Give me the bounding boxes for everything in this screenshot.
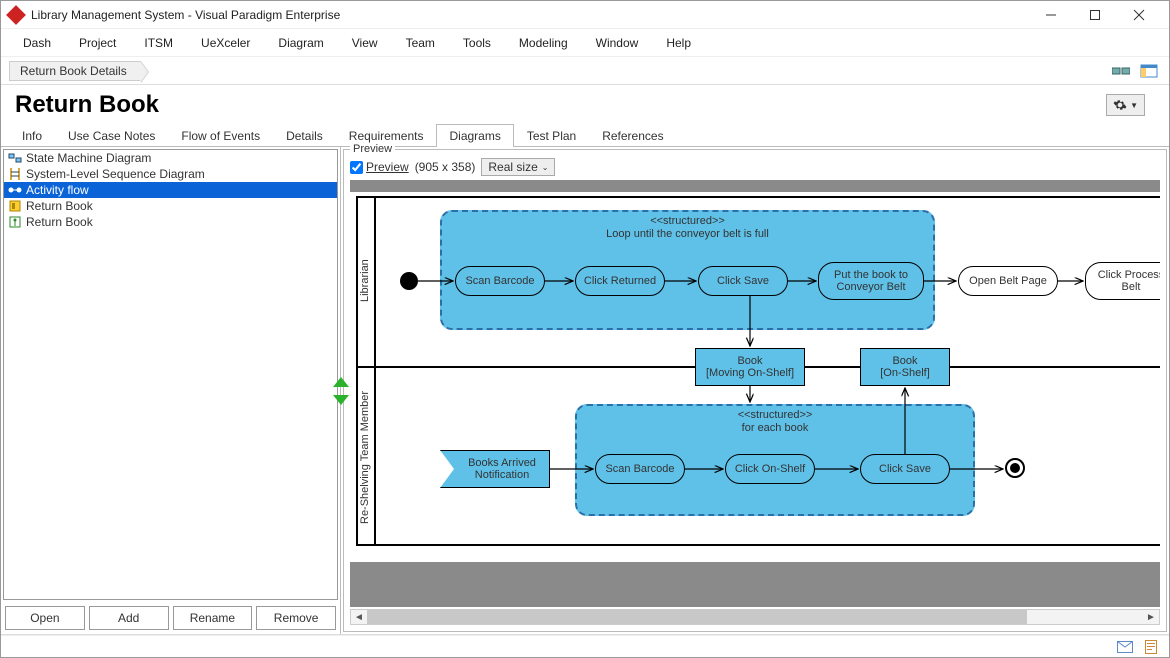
- scrollbar-thumb[interactable]: [367, 610, 1027, 624]
- menu-uexceler[interactable]: UeXceler: [187, 32, 264, 54]
- lane-top-label: Librarian: [356, 196, 374, 366]
- remove-button[interactable]: Remove: [256, 606, 336, 630]
- tab-references[interactable]: References: [589, 124, 676, 147]
- scroll-left-icon[interactable]: ◄: [351, 610, 367, 624]
- menu-view[interactable]: View: [338, 32, 392, 54]
- chevron-down-icon: ⌄: [542, 163, 549, 172]
- node-scan-barcode: Scan Barcode: [455, 266, 545, 296]
- maximize-button[interactable]: [1073, 1, 1117, 29]
- tab-info[interactable]: Info: [9, 124, 55, 147]
- node-click-save-2: Click Save: [860, 454, 950, 484]
- final-node: [1005, 458, 1025, 478]
- tree-item-label: Return Book: [26, 215, 93, 229]
- sequence-icon: [8, 167, 22, 181]
- page-title: Return Book: [15, 91, 1106, 119]
- add-button[interactable]: Add: [89, 606, 169, 630]
- obj-onshelf: Book [On-Shelf]: [860, 348, 950, 386]
- signal-books-arrived: Books Arrived Notification: [440, 450, 550, 488]
- diagram-list-panel: State Machine Diagram System-Level Seque…: [1, 147, 341, 634]
- minimize-button[interactable]: [1029, 1, 1073, 29]
- preview-checkbox-input[interactable]: [350, 161, 363, 174]
- activity-icon: [8, 183, 22, 197]
- mail-icon[interactable]: [1117, 640, 1133, 654]
- titlebar: Library Management System - Visual Parad…: [1, 1, 1169, 29]
- layout-toolbar-icon[interactable]: [1137, 59, 1161, 83]
- settings-button[interactable]: ▼: [1106, 94, 1145, 116]
- tree-item-state-machine[interactable]: State Machine Diagram: [4, 150, 337, 166]
- menu-modeling[interactable]: Modeling: [505, 32, 582, 54]
- menu-project[interactable]: Project: [65, 32, 130, 54]
- preview-group: Preview Preview (905 x 358) Real size ⌄: [343, 149, 1167, 632]
- tree-item-label: Activity flow: [26, 183, 89, 197]
- zoom-select[interactable]: Real size ⌄: [481, 158, 555, 176]
- page-icon[interactable]: [1143, 640, 1159, 654]
- obj-moving-onshelf: Book [Moving On-Shelf]: [695, 348, 805, 386]
- struct2-tag: <<structured>>: [577, 409, 973, 422]
- rename-button[interactable]: Rename: [173, 606, 253, 630]
- tree-item-label: State Machine Diagram: [26, 151, 151, 165]
- breadcrumb-bar: Return Book Details: [1, 57, 1169, 85]
- menu-dash[interactable]: Dash: [9, 32, 65, 54]
- diagram-canvas[interactable]: Librarian Re-Shelving Team Member <<stru…: [350, 180, 1160, 607]
- horizontal-scrollbar[interactable]: ◄ ►: [350, 609, 1160, 625]
- menu-itsm[interactable]: ITSM: [130, 32, 187, 54]
- usecase2-icon: [8, 215, 22, 229]
- close-button[interactable]: [1117, 1, 1161, 29]
- breadcrumb-item[interactable]: Return Book Details: [9, 61, 141, 81]
- node-open-belt: Open Belt Page: [958, 266, 1058, 296]
- menu-team[interactable]: Team: [392, 32, 449, 54]
- tree-item-return-book-1[interactable]: Return Book: [4, 198, 337, 214]
- tree-item-label: Return Book: [26, 199, 93, 213]
- tree-item-label: System-Level Sequence Diagram: [26, 167, 205, 181]
- detail-tabs: Info Use Case Notes Flow of Events Detai…: [1, 123, 1169, 147]
- window-title: Library Management System - Visual Parad…: [31, 8, 1029, 22]
- node-click-save: Click Save: [698, 266, 788, 296]
- struct1-tag: <<structured>>: [442, 215, 933, 228]
- diagram-toolbar-icon[interactable]: [1109, 59, 1133, 83]
- splitter-up-icon[interactable]: [333, 377, 349, 387]
- node-click-returned: Click Returned: [575, 266, 665, 296]
- menu-help[interactable]: Help: [652, 32, 705, 54]
- tab-test-plan[interactable]: Test Plan: [514, 124, 589, 147]
- struct2-sub: for each book: [577, 422, 973, 435]
- node-click-process: Click Process Belt: [1085, 262, 1160, 300]
- diagram-tree[interactable]: State Machine Diagram System-Level Seque…: [3, 149, 338, 600]
- menu-window[interactable]: Window: [582, 32, 653, 54]
- tree-item-activity-flow[interactable]: Activity flow: [4, 182, 337, 198]
- open-button[interactable]: Open: [5, 606, 85, 630]
- scroll-right-icon[interactable]: ►: [1143, 610, 1159, 624]
- usecase-icon: [8, 199, 22, 213]
- tab-details[interactable]: Details: [273, 124, 336, 147]
- struct1-sub: Loop until the conveyor belt is full: [442, 228, 933, 241]
- tree-item-sequence[interactable]: System-Level Sequence Diagram: [4, 166, 337, 182]
- menu-tools[interactable]: Tools: [449, 32, 505, 54]
- menu-diagram[interactable]: Diagram: [264, 32, 337, 54]
- node-put-book: Put the book to Conveyor Belt: [818, 262, 924, 300]
- node-click-onshelf: Click On-Shelf: [725, 454, 815, 484]
- splitter-down-icon[interactable]: [333, 395, 349, 405]
- gear-icon: [1113, 98, 1127, 112]
- heading-row: Return Book ▼: [1, 85, 1169, 123]
- preview-checkbox[interactable]: Preview: [350, 160, 409, 174]
- preview-group-label: Preview: [350, 143, 395, 155]
- app-icon: [6, 5, 26, 25]
- tab-flow-of-events[interactable]: Flow of Events: [168, 124, 273, 147]
- lane-bottom-label: Re-Shelving Team Member: [356, 368, 374, 546]
- initial-node: [400, 272, 418, 290]
- preview-size-text: (905 x 358): [415, 160, 476, 174]
- tree-item-return-book-2[interactable]: Return Book: [4, 214, 337, 230]
- tab-diagrams[interactable]: Diagrams: [436, 124, 513, 147]
- menubar: Dash Project ITSM UeXceler Diagram View …: [1, 29, 1169, 57]
- lane-header-sep: [374, 196, 376, 546]
- state-machine-icon: [8, 151, 22, 165]
- tab-usecase-notes[interactable]: Use Case Notes: [55, 124, 168, 147]
- node-scan-barcode-2: Scan Barcode: [595, 454, 685, 484]
- statusbar: [1, 635, 1169, 657]
